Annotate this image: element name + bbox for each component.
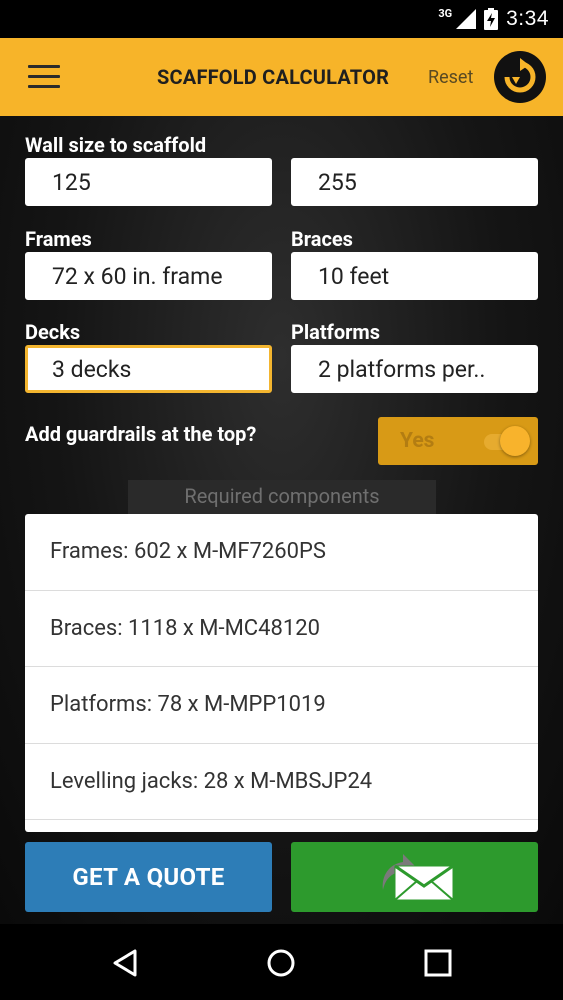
- clock: 3:34: [506, 7, 549, 30]
- back-icon[interactable]: [111, 948, 141, 978]
- navigation-bar: [0, 924, 563, 1000]
- page-title: SCAFFOLD CALCULATOR: [157, 65, 390, 89]
- reset-button[interactable]: [494, 51, 546, 103]
- decks-select[interactable]: 3 decks: [25, 345, 272, 393]
- platforms-select[interactable]: 2 platforms per..: [291, 345, 538, 393]
- battery-charging-icon: [484, 8, 499, 30]
- home-icon[interactable]: [266, 948, 296, 978]
- get-quote-button[interactable]: GET A QUOTE: [25, 842, 272, 912]
- list-item: Braces: 1118 x M-MC48120: [25, 591, 538, 667]
- menu-button[interactable]: [28, 65, 60, 89]
- toggle-label: Yes: [400, 429, 435, 453]
- platforms-label: Platforms: [291, 320, 381, 344]
- guardrails-label: Add guardrails at the top?: [25, 422, 257, 446]
- results-list: Frames: 602 x M-MF7260PS Braces: 1118 x …: [25, 514, 538, 832]
- app-bar: SCAFFOLD CALCULATOR Reset: [0, 38, 563, 116]
- recents-icon[interactable]: [423, 948, 453, 978]
- braces-select[interactable]: 10 feet: [291, 252, 538, 300]
- menu-icon: [28, 65, 60, 68]
- calculator-form: Wall size to scaffold 125 255 Frames 72 …: [0, 116, 563, 924]
- refresh-icon: [504, 58, 536, 93]
- wall-width-field[interactable]: 125: [25, 158, 272, 206]
- list-item: Platforms: 78 x M-MPP1019: [25, 667, 538, 744]
- email-share-icon: [382, 854, 454, 901]
- frames-label: Frames: [25, 227, 92, 251]
- signal-icon: [456, 9, 477, 29]
- reset-link[interactable]: Reset: [428, 67, 473, 88]
- list-item: Levelling jacks: 28 x M-MBSJP24: [25, 744, 538, 820]
- braces-label: Braces: [291, 227, 353, 251]
- network-type: 3G: [438, 6, 453, 20]
- results-header: Required components: [128, 480, 436, 516]
- decks-label: Decks: [25, 320, 81, 344]
- wall-size-label: Wall size to scaffold: [25, 133, 207, 157]
- status-bar: 3G 3:34: [0, 0, 563, 38]
- email-button[interactable]: [291, 842, 538, 912]
- guardrails-toggle[interactable]: Yes: [378, 417, 538, 465]
- list-item: Frames: 602 x M-MF7260PS: [25, 514, 538, 591]
- frames-select[interactable]: 72 x 60 in. frame: [25, 252, 272, 300]
- toggle-knob: [500, 426, 530, 456]
- wall-height-field[interactable]: 255: [291, 158, 538, 206]
